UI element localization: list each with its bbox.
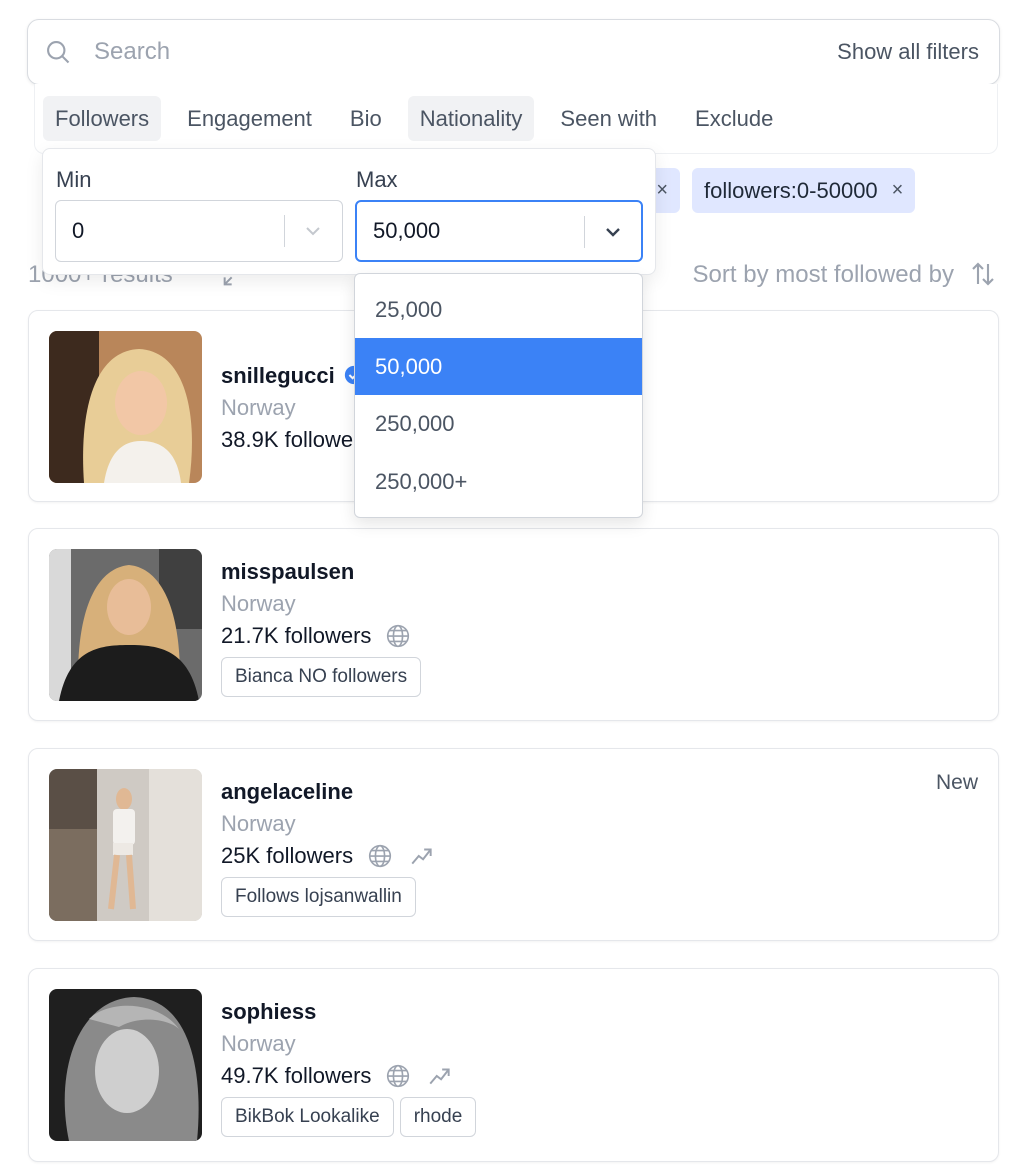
- country: Norway: [221, 395, 296, 420]
- tab-bio[interactable]: Bio: [338, 96, 394, 141]
- show-all-filters-button[interactable]: Show all filters: [837, 39, 979, 65]
- tag[interactable]: Follows lojsanwallin: [221, 877, 416, 917]
- country: Norway: [221, 811, 296, 836]
- option-250000-plus[interactable]: 250,000+: [355, 453, 642, 510]
- min-select[interactable]: 0: [55, 200, 343, 262]
- filter-tabs-panel: Followers Engagement Bio Nationality See…: [34, 84, 998, 154]
- trend-up-icon[interactable]: [427, 1063, 453, 1089]
- chevron-down-icon[interactable]: [301, 219, 325, 243]
- globe-icon[interactable]: [367, 843, 393, 869]
- avatar: [49, 769, 202, 921]
- follower-count-text: 38.9K followers: [221, 427, 372, 452]
- tag[interactable]: rhode: [399, 1097, 477, 1137]
- tag[interactable]: BikBok Lookalike: [221, 1097, 394, 1137]
- follower-count-text: 21.7K followers: [221, 623, 372, 648]
- followers-range-popup: Min Max 0 50,000: [42, 148, 656, 275]
- follower-count-text: 49.7K followers: [221, 1063, 372, 1088]
- creator-card[interactable]: sophiess Norway 49.7K followers BikBok L…: [28, 968, 999, 1162]
- country: Norway: [221, 591, 296, 616]
- tag-list: Follows lojsanwallin: [221, 877, 416, 917]
- tab-followers[interactable]: Followers: [43, 96, 162, 141]
- select-separator: [284, 215, 285, 247]
- tab-exclude[interactable]: Exclude: [683, 96, 785, 141]
- username[interactable]: sophiess: [221, 999, 316, 1025]
- sort-dropdown[interactable]: Sort by most followed by: [693, 261, 954, 289]
- creator-card[interactable]: New angelaceline Norway 25K followers Fo…: [28, 748, 999, 941]
- avatar: [49, 331, 202, 483]
- max-value: 50,000: [373, 218, 441, 243]
- username-text: snillegucci: [221, 363, 335, 388]
- tag[interactable]: Bianca NO followers: [221, 657, 422, 697]
- tab-seen-with[interactable]: Seen with: [548, 96, 669, 141]
- select-separator: [584, 216, 585, 248]
- follower-count: 49.7K followers: [221, 1063, 453, 1089]
- close-icon[interactable]: ×: [892, 179, 904, 202]
- search-bar: Show all filters: [27, 19, 1000, 85]
- avatar: [49, 549, 202, 701]
- close-icon[interactable]: ×: [656, 179, 668, 202]
- option-25000[interactable]: 25,000: [355, 281, 642, 338]
- trend-up-icon[interactable]: [409, 843, 435, 869]
- globe-icon[interactable]: [385, 1063, 411, 1089]
- chip-label: followers:0-50000: [704, 177, 878, 203]
- creator-card[interactable]: misspaulsen Norway 21.7K followers Bianc…: [28, 528, 999, 721]
- search-input[interactable]: [94, 38, 838, 66]
- tab-nationality[interactable]: Nationality: [407, 96, 535, 141]
- chevron-down-icon[interactable]: [601, 220, 625, 244]
- avatar: [49, 989, 202, 1141]
- option-50000[interactable]: 50,000: [355, 338, 642, 395]
- filter-chip-followers[interactable]: followers:0-50000 ×: [692, 168, 916, 213]
- username[interactable]: misspaulsen: [221, 559, 354, 585]
- follower-count: 21.7K followers: [221, 623, 411, 649]
- search-icon: [44, 38, 72, 66]
- max-options-menu: 25,000 50,000 250,000 250,000+: [354, 273, 643, 518]
- filter-tabs: Followers Engagement Bio Nationality See…: [43, 96, 799, 141]
- new-badge: New: [935, 771, 978, 794]
- option-250000[interactable]: 250,000: [355, 395, 642, 452]
- max-select[interactable]: 50,000: [355, 200, 643, 262]
- sort-icon[interactable]: [968, 259, 998, 289]
- tab-engagement[interactable]: Engagement: [175, 96, 324, 141]
- follower-count: 25K followers: [221, 843, 435, 869]
- username[interactable]: angelaceline: [221, 779, 353, 805]
- globe-icon[interactable]: [385, 623, 411, 649]
- follower-count: 38.9K followers: [221, 427, 371, 453]
- tag-list: BikBok Lookalike rhode: [221, 1097, 477, 1137]
- follower-count-text: 25K followers: [221, 843, 354, 868]
- tag-list: Bianca NO followers: [221, 657, 422, 697]
- country: Norway: [221, 1031, 296, 1056]
- username[interactable]: snillegucci: [221, 363, 365, 389]
- min-value: 0: [72, 218, 85, 243]
- min-label: Min: [56, 167, 92, 192]
- max-label: Max: [356, 167, 398, 192]
